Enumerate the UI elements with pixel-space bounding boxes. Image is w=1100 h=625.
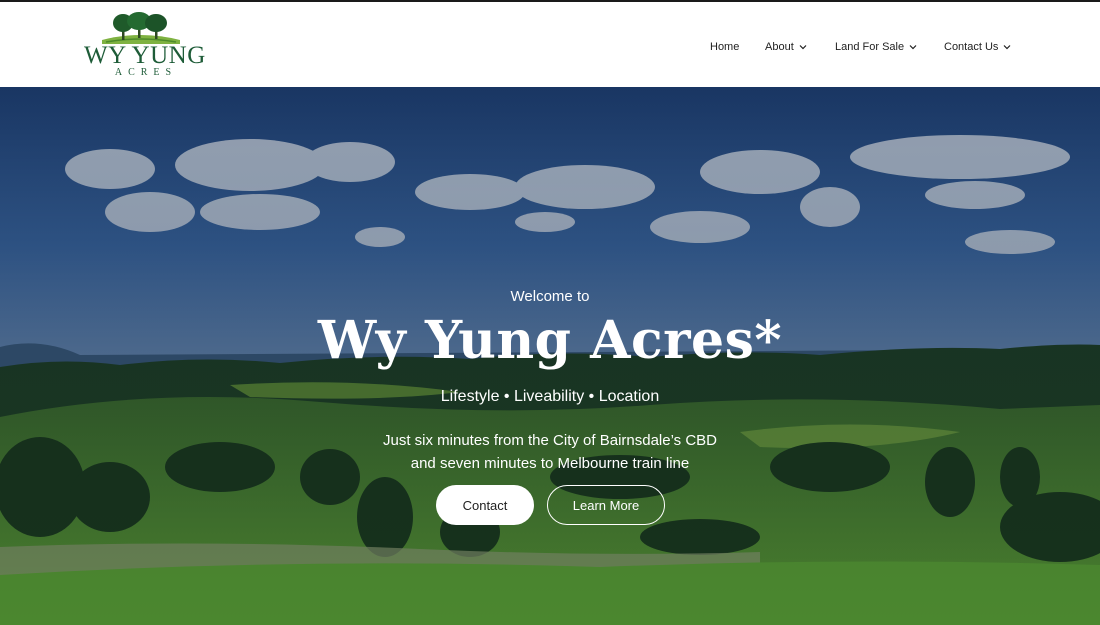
chevron-down-icon [799,45,807,50]
hero-tagline: Lifestyle • Liveability • Location [440,388,660,405]
contact-button[interactable]: Contact [436,485,534,525]
chevron-down-icon [909,45,917,50]
hero-section: Welcome to Wy Yung Acres* Lifestyle • Li… [0,87,1100,625]
nav-item-label: Land For Sale [835,41,905,53]
hero-description: Just six minutes from the City of Bairns… [0,429,1100,475]
nav-item-contact-us[interactable]: Contact Us [944,38,1012,56]
nav-item-label: About [765,41,794,53]
logo-subtitle: ACRES [114,67,178,78]
nav-item-about[interactable]: About [765,38,808,56]
nav-item-land-for-sale[interactable]: Land For Sale [835,38,918,56]
main-nav: Home About Land For Sale Contact Us [0,38,1100,56]
hero-welcome-text: Welcome to [510,288,590,305]
chevron-down-icon [1003,45,1011,50]
nav-item-label: Home [710,41,740,53]
hero-title: Wy Yung Acres* [317,310,783,371]
hero-description-line: and seven minutes to Melbourne train lin… [410,455,690,472]
nav-item-label: Contact Us [944,41,999,53]
site-header: WY YUNG ACRES Home About Land For Sale C… [0,0,1100,87]
learn-more-button[interactable]: Learn More [547,485,665,525]
nav-item-home[interactable]: Home [710,38,739,56]
hero-description-line: Just six minutes from the City of Bairns… [382,432,717,449]
